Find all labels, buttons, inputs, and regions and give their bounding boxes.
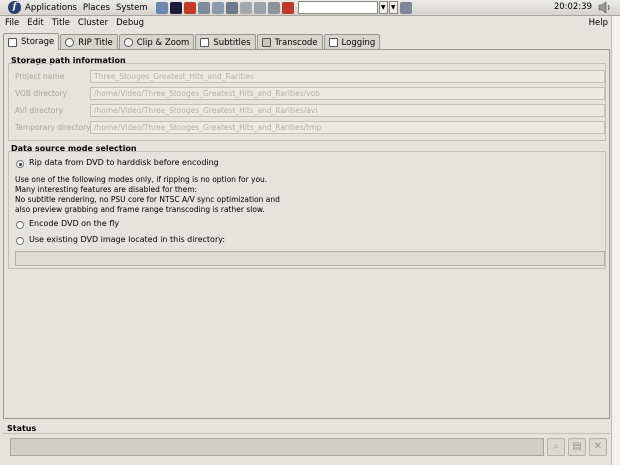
rip-to-harddisk-radio[interactable] xyxy=(16,160,24,168)
use-dvd-image-label[interactable]: Use existing DVD image located in this d… xyxy=(29,235,225,244)
mode-description-line: also preview grabbing and frame range tr… xyxy=(15,205,265,214)
transcode-icon xyxy=(261,38,271,47)
tab-bar: Storage RIP Title Clip & Zoom Subtitles … xyxy=(3,33,381,50)
subtitles-icon xyxy=(200,38,210,47)
temporary-directory-label: Temporary directory xyxy=(15,123,91,132)
system-menu[interactable]: System xyxy=(116,3,148,13)
browser-icon[interactable] xyxy=(155,1,168,14)
panel-search-input[interactable] xyxy=(297,1,378,14)
help-lifesaver-icon[interactable] xyxy=(183,1,196,14)
storage-icon xyxy=(8,37,17,47)
menu-help[interactable]: Help xyxy=(589,18,608,28)
settings-icon[interactable] xyxy=(267,1,280,14)
rip-to-harddisk-label[interactable]: Rip data from DVD to harddisk before enc… xyxy=(29,158,219,167)
chevron-down-icon[interactable]: ▼ xyxy=(378,1,388,14)
tab-label: RIP Title xyxy=(78,37,113,48)
mode-description-line: Use one of the following modes only, if … xyxy=(15,175,268,184)
mode-description-line: Many interesting features are disabled f… xyxy=(15,185,198,194)
vob-directory-field[interactable]: /home/Video/Three_Stooges_Greatest_Hits_… xyxy=(90,87,605,100)
menu-file[interactable]: File xyxy=(5,18,19,28)
logging-icon xyxy=(328,38,338,47)
status-label: Status xyxy=(7,424,37,433)
close-icon[interactable]: ✕ xyxy=(589,438,607,456)
mode-description-line: No subtitle rendering, no PSU core for N… xyxy=(15,195,280,204)
drive-icon[interactable] xyxy=(239,1,252,14)
chevron-down-icon[interactable]: ▼ xyxy=(388,1,398,14)
menubar: File Edit Title Cluster Debug Help xyxy=(0,16,610,29)
menu-title[interactable]: Title xyxy=(52,18,70,28)
temporary-directory-field[interactable]: /home/Video/Three_Stooges_Greatest_Hits_… xyxy=(90,121,605,134)
tab-label: Subtitles xyxy=(213,37,251,48)
menu-edit[interactable]: Edit xyxy=(27,18,43,28)
tab-label: Storage xyxy=(21,37,55,47)
zoom-icon xyxy=(123,38,133,47)
monitor-icon[interactable] xyxy=(211,1,224,14)
use-dvd-image-radio[interactable] xyxy=(16,237,24,245)
trash-icon[interactable]: ▤ xyxy=(568,438,586,456)
top-panel: f Applications Places System ▼ ▼ 20:02:3… xyxy=(0,0,620,16)
window-edge xyxy=(611,16,620,465)
places-menu[interactable]: Places xyxy=(83,3,110,13)
tab-storage[interactable]: Storage xyxy=(3,33,60,50)
encode-on-the-fly-radio[interactable] xyxy=(16,221,24,229)
tab-clip-zoom[interactable]: Clip & Zoom xyxy=(118,34,195,50)
encode-on-the-fly-label[interactable]: Encode DVD on the fly xyxy=(29,219,119,228)
avi-directory-field[interactable]: /home/Video/Three_Stooges_Greatest_Hits_… xyxy=(90,104,605,117)
question-icon[interactable] xyxy=(281,1,294,14)
avi-directory-label: AVI directory xyxy=(15,106,63,115)
tab-label: Transcode xyxy=(274,37,318,48)
tab-transcode[interactable]: Transcode xyxy=(256,34,323,50)
device-icon[interactable] xyxy=(253,1,266,14)
menu-debug[interactable]: Debug xyxy=(116,18,144,28)
disc-icon xyxy=(65,38,75,47)
tab-logging[interactable]: Logging xyxy=(323,34,381,50)
tab-subtitles[interactable]: Subtitles xyxy=(195,34,256,50)
applications-menu[interactable]: Applications xyxy=(25,3,77,13)
storage-page: Storage path information Project name Th… xyxy=(3,49,610,419)
clock[interactable]: 20:02:39 xyxy=(554,2,592,12)
volume-icon[interactable] xyxy=(598,1,612,14)
network-icon[interactable] xyxy=(197,1,210,14)
status-progress-field xyxy=(10,438,544,456)
mail-icon[interactable] xyxy=(225,1,238,14)
dvd-image-directory-field[interactable] xyxy=(15,251,605,266)
project-name-label: Project name xyxy=(15,72,65,81)
vob-directory-label: VOB directory xyxy=(15,89,67,98)
panel-applet-icon[interactable] xyxy=(399,1,412,14)
tab-label: Clip & Zoom xyxy=(136,37,190,48)
media-icon[interactable] xyxy=(169,1,182,14)
tab-rip-title[interactable]: RIP Title xyxy=(60,34,118,50)
menu-cluster[interactable]: Cluster xyxy=(78,18,108,28)
launcher-bar xyxy=(155,1,296,14)
tab-label: Logging xyxy=(341,37,376,48)
search-icon[interactable]: ⌕ xyxy=(547,438,565,456)
project-name-field[interactable]: Three_Stooges_Greatest_Hits_and_Rarities xyxy=(90,70,605,83)
fedora-logo-icon[interactable]: f xyxy=(8,1,21,14)
